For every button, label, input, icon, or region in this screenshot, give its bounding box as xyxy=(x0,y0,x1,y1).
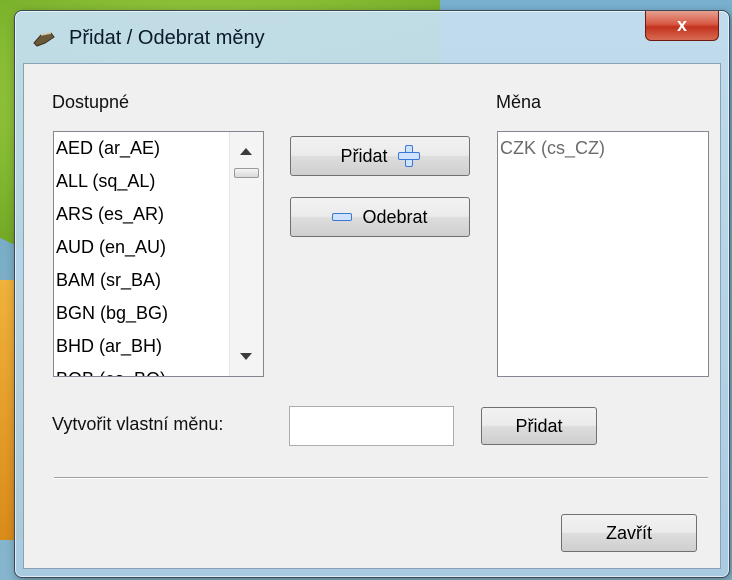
add-custom-currency-button[interactable]: Přidat xyxy=(481,407,597,445)
window-close-button[interactable]: x xyxy=(645,11,719,41)
available-list-scrollbar[interactable] xyxy=(229,132,263,376)
selected-label: Měna xyxy=(496,92,542,112)
divider xyxy=(54,477,708,479)
minus-icon xyxy=(332,213,353,221)
add-currency-button-label: Přidat xyxy=(340,145,388,166)
add-custom-currency-button-label: Přidat xyxy=(515,415,563,436)
scroll-down-icon[interactable] xyxy=(240,353,252,360)
dialog-body: Dostupné AED (ar_AE) ALL (sq_AL) ARS (es_A… xyxy=(23,63,721,569)
scroll-thumb[interactable] xyxy=(234,168,259,178)
list-item[interactable]: AUD (en_AU) xyxy=(54,231,229,264)
close-button[interactable]: Zavřít xyxy=(561,514,697,552)
close-button-label: Zavřít xyxy=(605,522,652,543)
close-icon: x xyxy=(676,15,687,35)
list-item[interactable]: BGN (bg_BG) xyxy=(54,297,229,330)
title-bar: Přidat / Odebrat měny x xyxy=(15,11,729,63)
list-item[interactable]: BHD (ar_BH) xyxy=(54,330,229,363)
custom-currency-label: Vytvořit vlastní měnu: xyxy=(52,414,224,434)
window-title: Přidat / Odebrat měny xyxy=(69,27,265,49)
list-item[interactable]: AED (ar_AE) xyxy=(54,132,229,165)
available-currencies-list[interactable]: AED (ar_AE) ALL (sq_AL) ARS (es_AR) AUD (en… xyxy=(53,131,264,377)
list-item[interactable]: ARS (es_AR) xyxy=(54,198,229,231)
remove-currency-button-label: Odebrat xyxy=(362,206,428,227)
list-item[interactable]: BOB (es_BO) xyxy=(54,363,229,376)
selected-list-items: CZK (cs_CZ) xyxy=(498,132,708,165)
remove-currency-button[interactable]: Odebrat xyxy=(290,197,470,237)
plus-icon xyxy=(397,145,420,167)
available-label: Dostupné xyxy=(52,92,130,112)
list-item[interactable]: BAM (sr_BA) xyxy=(54,264,229,297)
selected-currencies-list[interactable]: CZK (cs_CZ) xyxy=(497,131,709,377)
list-item[interactable]: CZK (cs_CZ) xyxy=(498,132,708,165)
available-list-items: AED (ar_AE) ALL (sq_AL) ARS (es_AR) AUD (en… xyxy=(54,132,229,376)
list-item[interactable]: ALL (sq_AL) xyxy=(54,165,229,198)
add-currency-button[interactable]: Přidat xyxy=(290,136,470,176)
app-icon xyxy=(33,32,55,47)
scroll-up-icon[interactable] xyxy=(240,148,252,155)
custom-currency-input[interactable] xyxy=(289,406,454,446)
dialog-window: Přidat / Odebrat měny x Dostupné AED (ar… xyxy=(14,10,730,578)
